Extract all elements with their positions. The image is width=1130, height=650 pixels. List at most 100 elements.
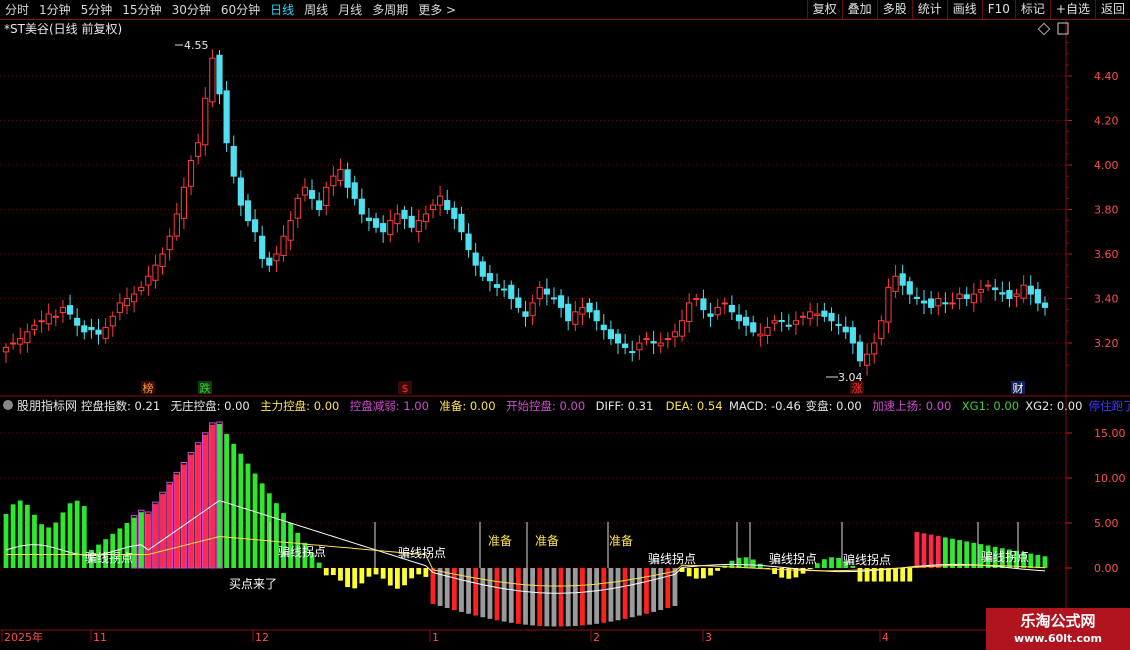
- candle-body: [24, 331, 31, 344]
- histogram-bar: [708, 568, 713, 576]
- toolbar-button-4[interactable]: 画线: [946, 0, 982, 19]
- histogram-bar: [387, 568, 393, 586]
- histogram-bar: [665, 568, 671, 609]
- candle-body: [401, 209, 408, 219]
- candle-body: [294, 197, 301, 219]
- histogram-bar: [551, 568, 557, 627]
- candle-body: [223, 90, 230, 144]
- candle-body: [949, 302, 956, 305]
- indicator-field: MACD: -0.46: [729, 399, 801, 413]
- time-axis-label: 12: [255, 631, 269, 644]
- toolbar-button-0[interactable]: 复权: [806, 0, 842, 19]
- toolbar-button-3[interactable]: 统计: [911, 0, 947, 19]
- candle-body: [956, 293, 963, 300]
- candle-body: [792, 320, 800, 325]
- price-axis-label: 4.20: [1094, 115, 1119, 128]
- candlestick-series: [2, 49, 1049, 376]
- histogram-bar: [750, 559, 756, 568]
- tab-4[interactable]: 30分钟: [167, 1, 216, 18]
- histogram-bar: [174, 474, 180, 568]
- indicator-field: 控盘指数: 0.21: [81, 399, 160, 413]
- tab-10[interactable]: 更多 >: [413, 1, 461, 18]
- candle-body: [835, 323, 842, 326]
- tab-2[interactable]: 5分钟: [76, 1, 118, 18]
- candle-body: [721, 302, 728, 305]
- candle-body: [130, 293, 138, 303]
- histogram-bar: [402, 568, 407, 586]
- toolbar-button-2[interactable]: 多股: [876, 0, 912, 19]
- tab-6[interactable]: 日线: [265, 1, 299, 18]
- candle-body: [308, 190, 316, 199]
- histogram-bar: [266, 493, 272, 568]
- indicator-axis-label: 15.00: [1094, 427, 1126, 440]
- candle-body: [152, 264, 159, 281]
- candle-body: [59, 306, 67, 313]
- candle-body: [522, 311, 529, 317]
- candle-body: [145, 275, 152, 286]
- toolbar-button-1[interactable]: 叠加: [841, 0, 877, 19]
- candle-body: [771, 320, 778, 324]
- candle-body: [372, 218, 380, 228]
- tab-8[interactable]: 月线: [333, 1, 367, 18]
- candle-body: [472, 252, 479, 266]
- indicator-annotation: 骗线拐点: [278, 544, 326, 559]
- candle-body: [187, 160, 195, 187]
- candle-body: [102, 326, 109, 339]
- histogram-bar: [487, 568, 493, 619]
- tab-0[interactable]: 分时: [0, 1, 34, 18]
- histogram-bar: [345, 568, 350, 588]
- histogram-bar: [366, 568, 372, 577]
- histogram-bar: [323, 568, 329, 576]
- histogram-bar: [395, 568, 400, 589]
- candle-body: [52, 315, 59, 318]
- candle-body: [66, 305, 74, 315]
- tab-5[interactable]: 60分钟: [216, 1, 265, 18]
- histogram-bar: [900, 568, 906, 582]
- histogram-bar: [587, 568, 592, 625]
- candle-body: [814, 313, 821, 317]
- time-axis-label: 3: [705, 631, 712, 644]
- indicator-field: XG1: 0.00: [962, 399, 1019, 413]
- histogram-bar: [352, 568, 358, 589]
- candle-body: [351, 182, 358, 199]
- histogram-bar: [651, 568, 656, 612]
- time-axis-label: 4: [882, 631, 889, 644]
- tab-7[interactable]: 周线: [299, 1, 333, 18]
- toolbar-button-5[interactable]: F10: [981, 0, 1015, 19]
- tab-1[interactable]: 1分钟: [34, 1, 76, 18]
- candle-body: [422, 213, 429, 223]
- toolbar-button-7[interactable]: +自选: [1049, 0, 1095, 19]
- candle-body: [714, 306, 721, 316]
- candle-body: [451, 207, 458, 219]
- price-axis-label: 3.20: [1094, 337, 1119, 350]
- histogram-bar: [971, 542, 977, 568]
- indicator-annotation: 骗线拐点: [648, 551, 696, 566]
- indicator-field: 变盘: 0.00: [806, 399, 862, 413]
- histogram-bar: [793, 568, 799, 578]
- candle-body: [856, 341, 864, 362]
- indicator-field: 无庄控盘: 0.00: [171, 399, 250, 413]
- candle-body: [750, 322, 757, 333]
- tab-3[interactable]: 15分钟: [117, 1, 166, 18]
- histogram-bar: [224, 433, 230, 568]
- candle-body: [550, 297, 558, 300]
- indicator-field: 开始控盘: 0.00: [506, 399, 585, 413]
- candle-body: [543, 288, 550, 295]
- indicator-annotation: 准备: [488, 534, 512, 548]
- histogram-bar: [245, 463, 251, 568]
- candle-body: [10, 342, 17, 345]
- histogram-bar: [380, 568, 386, 579]
- period-tabs: 分时 1分钟 5分钟 15分钟 30分钟 60分钟 日线 周线 月线 多周期 更多 >: [0, 0, 461, 19]
- toolbar-button-8[interactable]: 返回: [1094, 0, 1130, 19]
- histogram-bar: [188, 454, 194, 568]
- candle-body: [437, 195, 444, 206]
- histogram-bar: [821, 559, 827, 568]
- candle-body: [984, 284, 992, 287]
- tab-9[interactable]: 多周期: [367, 1, 413, 18]
- candle-body: [671, 331, 679, 338]
- chart-stage: 4.40 4.20 4.00 3.80 3.60 3.40 3.20 *ST美谷(日线 前复权…: [0, 20, 1130, 644]
- candle-body: [244, 200, 252, 222]
- toolbar-button-6[interactable]: 标记: [1014, 0, 1050, 19]
- candle-body: [757, 333, 764, 337]
- time-axis-label: 2: [593, 631, 600, 644]
